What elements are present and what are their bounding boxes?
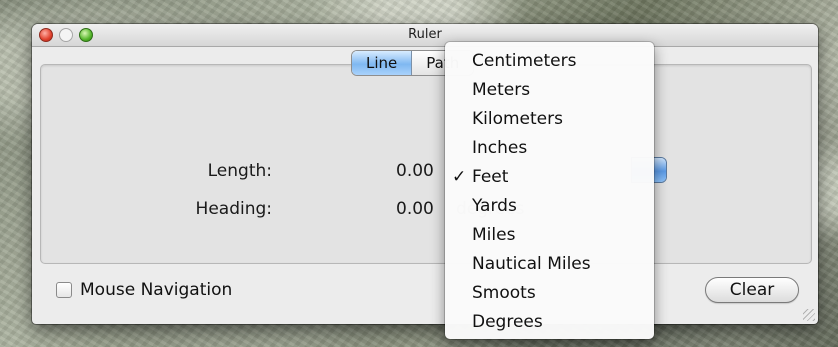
window-title: Ruler [408, 27, 442, 42]
menu-item-label: Feet [472, 167, 509, 187]
menu-item-kilometers[interactable]: Kilometers [445, 105, 654, 134]
clear-button[interactable]: Clear [705, 277, 799, 303]
menu-item-centimeters[interactable]: Centimeters [445, 47, 654, 76]
tab-line[interactable]: Line [352, 51, 413, 75]
length-value: 0.00 [396, 161, 434, 181]
unit-dropdown-menu: Centimeters Meters Kilometers Inches ✓ Fe… [445, 42, 654, 339]
menu-item-label: Meters [472, 80, 531, 100]
menu-item-degrees[interactable]: Degrees [445, 308, 654, 337]
menu-item-inches[interactable]: Inches [445, 134, 654, 163]
menu-item-meters[interactable]: Meters [445, 76, 654, 105]
menu-item-label: Smoots [472, 283, 536, 303]
mouse-navigation-checkbox[interactable] [56, 282, 72, 298]
mouse-navigation-label[interactable]: Mouse Navigation [80, 280, 232, 300]
length-label: Length: [207, 161, 272, 181]
menu-item-feet[interactable]: ✓ Feet [445, 163, 654, 192]
heading-value: 0.00 [396, 199, 434, 219]
window-titlebar[interactable]: Ruler [32, 24, 818, 47]
menu-item-label: Inches [472, 138, 528, 158]
checkmark-icon: ✓ [452, 167, 467, 187]
resize-grip[interactable] [803, 309, 815, 321]
menu-item-smoots[interactable]: Smoots [445, 279, 654, 308]
menu-item-nautical-miles[interactable]: Nautical Miles [445, 250, 654, 279]
menu-item-label: Yards [472, 196, 517, 216]
menu-item-label: Kilometers [472, 109, 563, 129]
menu-item-label: Nautical Miles [472, 254, 591, 274]
menu-item-yards[interactable]: Yards [445, 192, 654, 221]
menu-item-label: Miles [472, 225, 516, 245]
ruler-window: Ruler Line Path Length: 0.00 Heading: 0.… [32, 24, 818, 324]
menu-item-miles[interactable]: Miles [445, 221, 654, 250]
heading-label: Heading: [195, 199, 272, 219]
menu-item-label: Centimeters [472, 51, 577, 71]
menu-item-label: Degrees [472, 312, 543, 332]
